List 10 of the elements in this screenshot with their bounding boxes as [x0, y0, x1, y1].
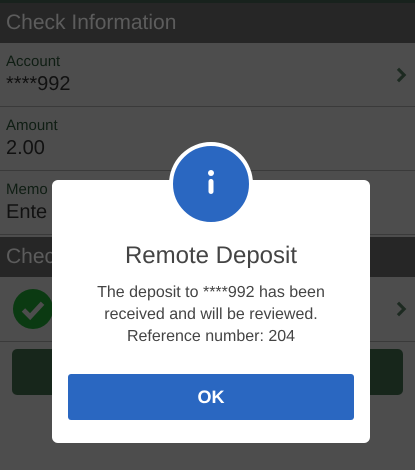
field-label: Account: [6, 53, 60, 70]
dialog-message: The deposit to ****992 has been: [97, 283, 325, 303]
field-value: Ente: [6, 201, 48, 224]
dialog-message: received and will be reviewed.: [103, 305, 319, 325]
field-label: Memo: [6, 181, 48, 198]
dialog-title: Remote Deposit: [124, 242, 298, 270]
field-value: 2.00: [6, 137, 45, 160]
field-value: ****992: [6, 73, 71, 96]
field-label: Amount: [6, 117, 58, 134]
dialog-message: Reference number: 204: [126, 327, 296, 347]
